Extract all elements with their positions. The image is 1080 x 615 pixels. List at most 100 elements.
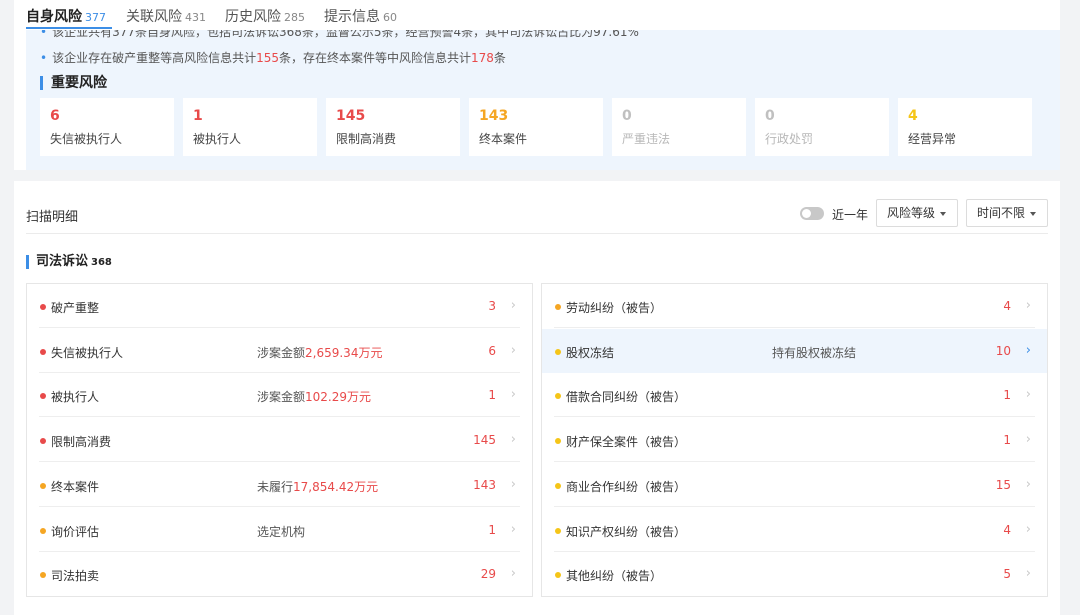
row-name: 破产重整	[51, 301, 100, 315]
row-count: 1	[488, 388, 496, 403]
chevron-right-icon[interactable]: ›	[1026, 387, 1031, 402]
bullet-dot-icon	[555, 438, 561, 445]
risk-label: 被执行人	[193, 132, 242, 146]
bullet-dot-icon	[555, 527, 561, 534]
risk-count: 143	[479, 108, 509, 124]
scan-detail-card: 扫描明细 近一年 风险等级 时间不限 司法诉讼 368 破产重整 3 › 失信被执行人涉…	[14, 181, 1060, 615]
bullet-dot-icon	[40, 482, 46, 489]
bullet-dot-icon	[555, 348, 561, 355]
tab-count: 285	[284, 11, 305, 24]
active-tab-indicator	[26, 27, 112, 29]
risk-count: 6	[50, 108, 60, 124]
row-count: 10	[995, 343, 1011, 358]
scan-title: 扫描明细	[26, 210, 79, 225]
bullet-dot-icon	[40, 527, 46, 534]
chevron-right-icon[interactable]: ›	[1026, 477, 1031, 492]
chevron-right-icon[interactable]: ›	[511, 343, 516, 358]
chevron-right-icon[interactable]: ›	[511, 522, 516, 537]
important-risk-item[interactable]: 6 失信被执行人	[40, 98, 174, 156]
row-description: 涉案金额102.29万元	[257, 390, 372, 405]
judicial-row[interactable]: 司法拍卖 29 ›	[27, 552, 532, 596]
important-risk-item[interactable]: 0 严重违法	[612, 98, 746, 156]
tab-hint-info[interactable]: 提示信息 60	[324, 6, 397, 26]
chevron-right-icon[interactable]: ›	[1026, 432, 1031, 447]
important-risk-item[interactable]: 0 行政处罚	[755, 98, 889, 156]
important-risk-item[interactable]: 143 终本案件	[469, 98, 603, 156]
important-risk-item[interactable]: 145 限制高消费	[326, 98, 460, 156]
row-name: 借款合同纠纷（被告）	[566, 390, 687, 405]
judicial-row[interactable]: 商业合作纠纷（被告） 15 ›	[542, 463, 1047, 507]
caret-down-icon	[940, 211, 947, 216]
tab-label: 提示信息	[324, 9, 380, 25]
judicial-row[interactable]: 限制高消费 145 ›	[27, 418, 532, 463]
important-risk-item[interactable]: 4 经营异常	[898, 98, 1032, 156]
row-description: 持有股权被冻结	[772, 345, 857, 360]
important-risk-item[interactable]: 1 被执行人	[183, 98, 317, 156]
chevron-right-icon[interactable]: ›	[1026, 566, 1031, 581]
chevron-right-icon[interactable]: ›	[511, 477, 516, 492]
recent-year-label: 近一年	[832, 208, 869, 222]
risk-level-dropdown[interactable]: 风险等级	[876, 199, 958, 227]
bullet-dot-icon	[40, 393, 46, 400]
tab-related-risk[interactable]: 关联风险 431	[126, 6, 206, 26]
row-count: 143	[473, 477, 496, 492]
row-name: 其他纠纷（被告）	[566, 569, 663, 584]
judicial-row[interactable]: 借款合同纠纷（被告） 1 ›	[542, 373, 1047, 418]
row-count: 29	[480, 567, 496, 582]
row-count: 5	[1003, 567, 1011, 582]
judicial-row[interactable]: 股权冻结 持有股权被冻结 10 ›	[542, 328, 1047, 373]
recent-year-toggle[interactable]	[800, 207, 824, 220]
chevron-right-icon[interactable]: ›	[511, 387, 516, 402]
row-count: 6	[488, 343, 496, 358]
judicial-row[interactable]: 劳动纠纷（被告） 4 ›	[542, 284, 1047, 328]
row-name: 劳动纠纷（被告）	[566, 301, 663, 315]
bullet-dot-icon	[40, 572, 46, 579]
row-count: 15	[995, 477, 1011, 492]
row-name: 财产保全案件（被告）	[566, 435, 687, 450]
judicial-row[interactable]: 询价评估 选定机构 1 ›	[27, 508, 532, 552]
risk-count: 0	[765, 108, 775, 124]
row-name: 失信被执行人	[51, 345, 124, 360]
bullet-dot-icon	[555, 482, 561, 489]
tab-label: 历史风险	[225, 9, 281, 25]
judicial-section-title: 司法诉讼 368	[26, 255, 112, 269]
judicial-row[interactable]: 失信被执行人 涉案金额2,659.34万元 6 ›	[27, 329, 532, 373]
tab-self-risk[interactable]: 自身风险 377	[26, 6, 106, 26]
row-count: 4	[1003, 522, 1011, 537]
summary-line-2: • 该企业存在破产重整等高风险信息共计155条，存在终本案件等中风险信息共计178…	[40, 51, 506, 65]
risk-summary: • 该企业共有377条自身风险，包括司法诉讼368条，监督公示5条，经营预警4条，…	[26, 30, 1060, 170]
tab-history-risk[interactable]: 历史风险 285	[225, 6, 305, 26]
dropdown-label: 时间不限	[977, 206, 1026, 220]
chevron-right-icon[interactable]: ›	[1026, 522, 1031, 537]
bullet-dot-icon	[40, 438, 46, 445]
row-name: 终本案件	[51, 479, 100, 494]
chevron-right-icon[interactable]: ›	[511, 298, 516, 313]
chevron-right-icon[interactable]: ›	[511, 566, 516, 581]
bullet-dot-icon	[40, 304, 46, 310]
risk-label: 行政处罚	[765, 132, 814, 146]
chevron-right-icon[interactable]: ›	[511, 432, 516, 447]
judicial-row[interactable]: 破产重整 3 ›	[27, 284, 532, 328]
risk-count: 145	[336, 108, 366, 124]
tab-label: 自身风险	[26, 9, 82, 25]
tab-label: 关联风险	[126, 9, 182, 25]
important-risk-title: 重要风险	[40, 76, 107, 90]
risk-label: 严重违法	[622, 132, 671, 146]
judicial-row[interactable]: 财产保全案件（被告） 1 ›	[542, 418, 1047, 463]
risk-count: 0	[622, 108, 632, 124]
time-range-dropdown[interactable]: 时间不限	[966, 199, 1048, 227]
chevron-right-icon[interactable]: ›	[1026, 298, 1031, 313]
risk-tabs: 自身风险 377 关联风险 431 历史风险 285 提示信息 60	[14, 0, 1060, 30]
judicial-row[interactable]: 被执行人 涉案金额102.29万元 1 ›	[27, 373, 532, 418]
dropdown-label: 风险等级	[887, 206, 936, 220]
judicial-row[interactable]: 知识产权纠纷（被告） 4 ›	[542, 508, 1047, 552]
chevron-right-icon[interactable]: ›	[1026, 343, 1031, 358]
bullet-dot-icon	[555, 393, 561, 400]
tab-count: 431	[185, 11, 206, 24]
risk-count: 4	[908, 108, 918, 124]
bullet-dot-icon	[555, 304, 561, 310]
bullet-dot-icon	[555, 572, 561, 579]
judicial-row[interactable]: 其他纠纷（被告） 5 ›	[542, 552, 1047, 596]
judicial-row[interactable]: 终本案件 未履行17,854.42万元 143 ›	[27, 463, 532, 507]
divider	[26, 233, 1048, 234]
